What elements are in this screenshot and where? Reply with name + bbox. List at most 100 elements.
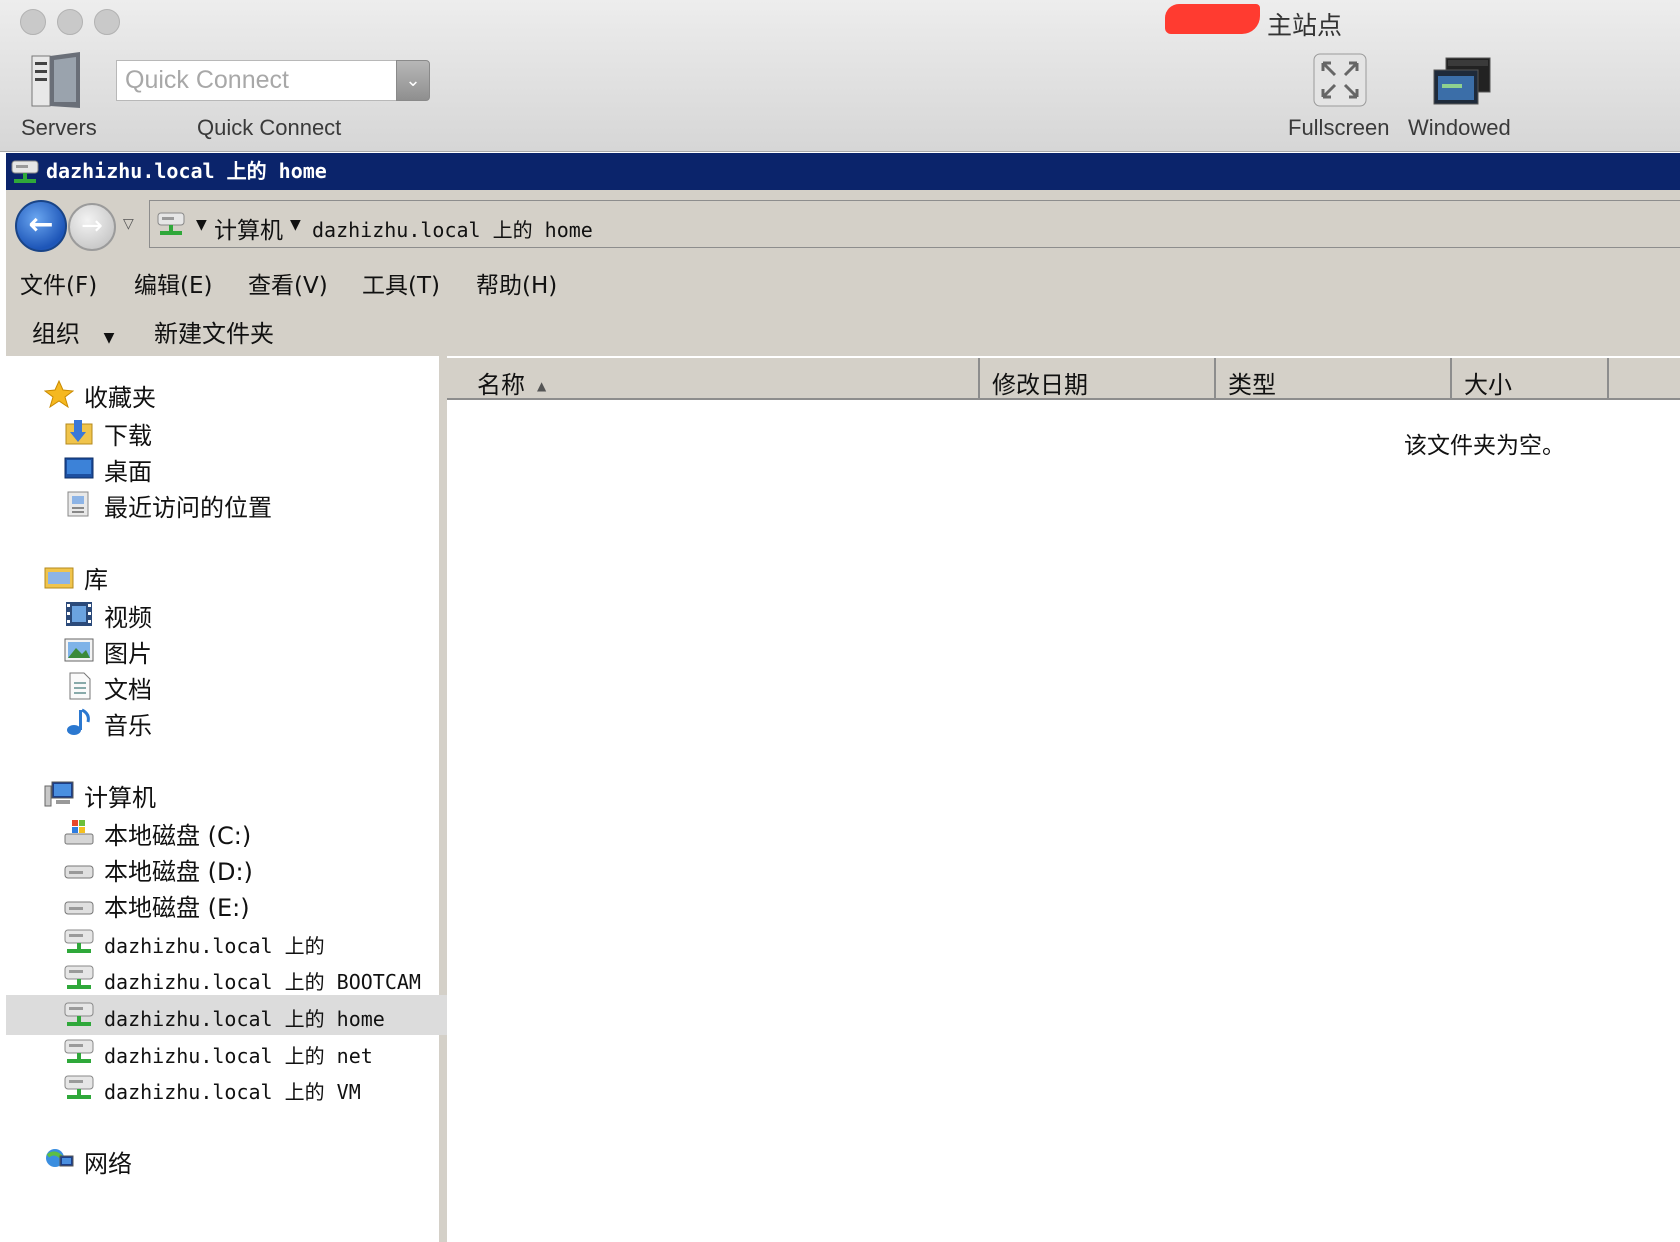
network-drive-icon <box>64 1001 94 1029</box>
network-drive-icon <box>64 964 94 992</box>
nav-label: 本地磁盘 (E:) <box>104 894 250 922</box>
nav-favorites[interactable]: 收藏夹 <box>6 374 447 414</box>
column-header-filler <box>1609 358 1680 400</box>
nav-item-drive-e[interactable]: 本地磁盘 (E:) <box>6 884 447 924</box>
nav-label: dazhizhu.local 上的 BOOTCAM <box>104 970 421 994</box>
nav-label: dazhizhu.local 上的 <box>104 934 325 958</box>
nav-libraries[interactable]: 库 <box>6 556 447 596</box>
nav-label: 本地磁盘 (D:) <box>104 858 253 886</box>
music-note-icon <box>64 708 94 736</box>
recent-places-icon <box>64 490 94 518</box>
menu-view[interactable]: 查看(V) <box>248 266 328 300</box>
column-header-name[interactable]: 名称 ▲ <box>447 358 980 400</box>
zoom-window-button[interactable] <box>94 9 120 35</box>
arrow-left-icon: ← <box>28 207 54 242</box>
network-drive-icon <box>64 1074 94 1102</box>
servers-label[interactable]: Servers <box>21 115 97 141</box>
windowed-label[interactable]: Windowed <box>1408 115 1511 141</box>
nav-item-pictures[interactable]: 图片 <box>6 630 447 670</box>
new-folder-button[interactable]: 新建文件夹 <box>154 314 274 349</box>
nav-item-videos[interactable]: 视频 <box>6 594 447 634</box>
organize-button[interactable]: 组织 ▼ <box>32 314 114 349</box>
servers-icon[interactable] <box>30 52 82 112</box>
column-header-size[interactable]: 大小 <box>1452 358 1609 400</box>
column-header-type[interactable]: 类型 <box>1216 358 1452 400</box>
menu-file[interactable]: 文件(F) <box>20 266 97 300</box>
downloads-folder-icon <box>64 418 94 446</box>
nav-label: 本地磁盘 (C:) <box>104 822 252 850</box>
nav-item-recent-places[interactable]: 最近访问的位置 <box>6 484 447 524</box>
arrow-right-icon: → <box>81 211 103 241</box>
menu-tools[interactable]: 工具(T) <box>362 266 440 300</box>
nav-label: dazhizhu.local 上的 home <box>104 1007 385 1031</box>
nav-item-drive-d[interactable]: 本地磁盘 (D:) <box>6 848 447 888</box>
nav-item-drive-c[interactable]: 本地磁盘 (C:) <box>6 812 447 852</box>
redaction-mark <box>1165 4 1260 34</box>
navigation-pane: 收藏夹 下载 桌面 最近访问的位置 库 视频 图片 文档 音乐 计算机 本地磁盘… <box>6 356 447 1242</box>
column-label: 名称 <box>477 371 525 399</box>
explorer-caption-title: dazhizhu.local 上的 home <box>46 159 327 183</box>
nav-item-share-vm[interactable]: dazhizhu.local 上的 VM <box>6 1068 447 1108</box>
close-window-button[interactable] <box>20 9 46 35</box>
nav-item-share-bootcam[interactable]: dazhizhu.local 上的 BOOTCAM <box>6 958 447 998</box>
organize-label: 组织 <box>32 320 80 348</box>
address-toolbar: ← → ▽ ▼ 计算机 ▼ dazhizhu.local 上的 home <box>6 190 1680 260</box>
quick-connect-dropdown-button[interactable]: ⌄ <box>396 60 430 101</box>
pictures-icon <box>64 636 94 664</box>
nav-item-share[interactable]: dazhizhu.local 上的 <box>6 922 447 962</box>
file-list[interactable]: 名称 ▲ 修改日期 类型 大小 该文件夹为空。 <box>447 356 1680 1242</box>
quick-connect-input[interactable]: Quick Connect <box>116 60 398 101</box>
nav-label: 库 <box>84 566 108 594</box>
nav-label: 视频 <box>104 604 152 632</box>
nav-network[interactable]: 网络 <box>6 1140 447 1180</box>
fullscreen-label[interactable]: Fullscreen <box>1288 115 1389 141</box>
nav-label: 音乐 <box>104 712 152 740</box>
menu-help[interactable]: 帮助(H) <box>476 266 557 300</box>
documents-icon <box>64 672 94 700</box>
network-globe-icon <box>44 1146 74 1174</box>
nav-item-desktop[interactable]: 桌面 <box>6 448 447 488</box>
library-folder-icon <box>44 562 74 590</box>
nav-item-documents[interactable]: 文档 <box>6 666 447 706</box>
network-drive-icon <box>64 928 94 956</box>
column-header-date-modified[interactable]: 修改日期 <box>980 358 1216 400</box>
breadcrumb-computer[interactable]: 计算机 <box>214 211 283 245</box>
nav-item-share-home[interactable]: dazhizhu.local 上的 home <box>6 995 447 1035</box>
breadcrumb-location[interactable]: dazhizhu.local 上的 home <box>312 214 593 243</box>
back-button[interactable]: ← <box>15 200 67 252</box>
command-bar: 组织 ▼ 新建文件夹 <box>6 306 1680 356</box>
empty-folder-message: 该文件夹为空。 <box>1404 433 1565 459</box>
chevron-down-icon: ▼ <box>103 330 115 346</box>
hard-drive-icon <box>64 854 94 882</box>
computer-icon <box>44 780 74 808</box>
nav-item-share-net[interactable]: dazhizhu.local 上的 net <box>6 1032 447 1072</box>
nav-item-music[interactable]: 音乐 <box>6 702 447 742</box>
system-drive-icon <box>64 818 94 846</box>
quick-connect-label: Quick Connect <box>197 115 342 140</box>
desktop-icon <box>64 454 94 482</box>
nav-label: 收藏夹 <box>84 384 156 412</box>
history-dropdown-button[interactable]: ▽ <box>123 216 134 232</box>
nav-label: 最近访问的位置 <box>104 494 272 522</box>
mac-toolbar: 主站点 Servers Quick Connect ⌄ Quick Connec… <box>0 0 1680 152</box>
nav-label: 图片 <box>104 640 152 668</box>
address-bar[interactable]: ▼ 计算机 ▼ dazhizhu.local 上的 home <box>149 200 1680 248</box>
forward-button[interactable]: → <box>68 203 116 251</box>
menu-edit[interactable]: 编辑(E) <box>134 266 212 300</box>
chevron-down-icon: ⌄ <box>405 70 421 91</box>
nav-computer[interactable]: 计算机 <box>6 774 447 814</box>
breadcrumb-dropdown-icon[interactable]: ▼ <box>196 217 207 233</box>
windowed-icon[interactable] <box>1432 56 1492 110</box>
nav-label: 网络 <box>84 1150 132 1178</box>
nav-label: 文档 <box>104 676 152 704</box>
hard-drive-icon <box>64 890 94 918</box>
breadcrumb-dropdown-icon[interactable]: ▼ <box>290 217 301 233</box>
nav-item-downloads[interactable]: 下载 <box>6 412 447 452</box>
menu-bar: 文件(F) 编辑(E) 查看(V) 工具(T) 帮助(H) <box>6 260 1680 306</box>
fullscreen-icon[interactable] <box>1313 53 1367 111</box>
window-title: 主站点 <box>1267 11 1343 40</box>
nav-label: dazhizhu.local 上的 net <box>104 1044 373 1068</box>
explorer-caption-bar: dazhizhu.local 上的 home <box>6 153 1680 190</box>
network-drive-icon <box>64 1038 94 1066</box>
minimize-window-button[interactable] <box>57 9 83 35</box>
